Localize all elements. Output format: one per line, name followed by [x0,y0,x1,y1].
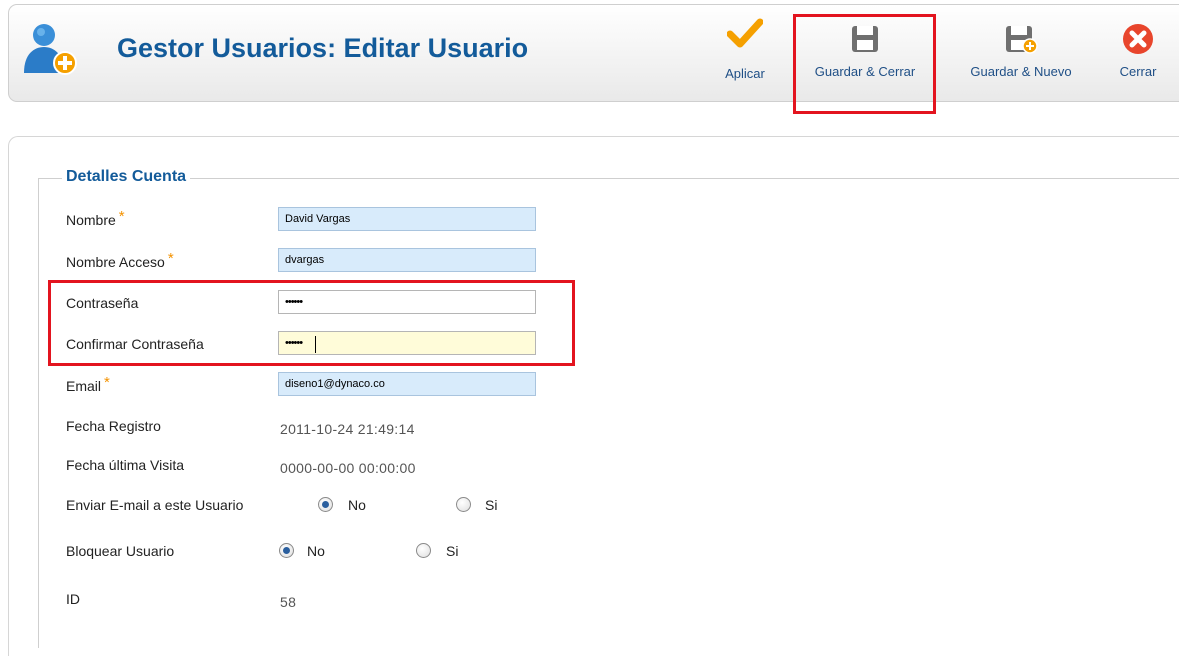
registration-date-value: 2011-10-24 21:49:14 [280,421,415,437]
password-input[interactable] [278,290,536,314]
required-mark: * [118,208,125,225]
email-label: Email * [66,374,110,394]
name-label: Nombre * [66,208,125,228]
send-email-si-label: Si [485,497,498,513]
block-user-si-label: Si [446,543,459,559]
apply-button-label: Aplicar [725,66,765,81]
email-input[interactable] [278,372,536,396]
username-input[interactable] [278,248,536,272]
save-new-button-label: Guardar & Nuevo [970,64,1072,79]
checkmark-icon [727,18,763,48]
name-input[interactable] [278,207,536,231]
confirm-password-input[interactable] [278,331,536,355]
send-email-no-radio[interactable] [318,497,333,512]
close-icon [1123,24,1153,54]
close-button[interactable]: Cerrar [1110,18,1166,98]
text-cursor [315,336,316,353]
save-close-button-label: Guardar & Cerrar [814,64,916,79]
block-user-si-radio[interactable] [416,543,431,558]
block-user-label: Bloquear Usuario [66,543,175,559]
id-label: ID [66,591,80,607]
user-add-icon [20,18,80,78]
password-label: Contraseña [66,295,139,311]
save-new-icon [1006,26,1038,54]
required-mark: * [104,374,110,391]
registration-date-label: Fecha Registro [66,418,161,434]
send-email-no-label: No [348,497,366,513]
save-close-button[interactable]: Guardar & Cerrar [796,18,934,98]
block-user-no-radio[interactable] [279,543,294,558]
apply-button[interactable]: Aplicar [718,18,772,98]
send-email-label: Enviar E-mail a este Usuario [66,497,244,513]
send-email-si-radio[interactable] [456,497,471,512]
account-details-fieldset [38,178,1179,648]
last-visit-value: 0000-00-00 00:00:00 [280,460,416,476]
fieldset-legend: Detalles Cuenta [62,168,191,186]
id-value: 58 [280,594,297,610]
close-button-label: Cerrar [1119,64,1157,79]
confirm-password-label: Confirmar Contraseña [66,336,204,352]
page-title: Gestor Usuarios: Editar Usuario [117,33,529,63]
block-user-no-label: No [307,543,325,559]
required-mark: * [167,250,174,267]
save-icon [852,26,878,52]
username-label: Nombre Acceso * [66,250,174,270]
save-new-button[interactable]: Guardar & Nuevo [953,18,1089,98]
last-visit-label: Fecha última Visita [66,457,185,473]
